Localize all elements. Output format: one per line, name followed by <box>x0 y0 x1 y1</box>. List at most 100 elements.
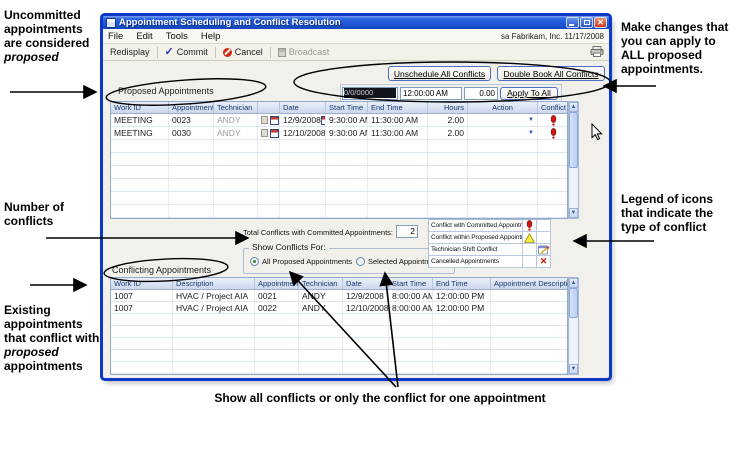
cell-end-time: 11:30:00 AM <box>368 114 428 126</box>
conflicting-row[interactable]: 1007 HVAC / Project AIA 0021 ANDY 12/9/2… <box>111 290 567 302</box>
cancel-button[interactable]: Cancel <box>221 47 265 57</box>
proposed-scrollbar[interactable]: ▲ ▼ <box>568 101 579 219</box>
hours-field[interactable]: 0.00 <box>464 87 498 100</box>
print-icon[interactable] <box>590 46 604 59</box>
cell-start-time: 8:00:00 AM <box>389 302 433 313</box>
menu-file[interactable]: File <box>108 31 123 42</box>
redisplay-label: Redisplay <box>110 47 150 57</box>
empty-row <box>111 338 567 350</box>
empty-row <box>111 140 567 153</box>
cell-technician: ANDY <box>214 127 258 139</box>
proposed-row[interactable]: MEETING 0030 ANDY 12/10/2008 9:30:00 AM … <box>111 127 567 140</box>
cell-technician: ANDY <box>214 114 258 126</box>
double-book-all-conflicts-button[interactable]: Double Book All Conflicts <box>497 66 605 81</box>
cell-action-dropdown[interactable]: ▼ <box>468 114 538 126</box>
apply-to-all-button[interactable]: Apply To All <box>500 87 558 100</box>
calendar-lookup-icon[interactable] <box>270 116 279 125</box>
cell-start-time: 8:00:00 AM <box>389 290 433 301</box>
unschedule-all-conflicts-button[interactable]: Unschedule All Conflicts <box>388 66 491 81</box>
column-header-start-time: Start Time <box>326 102 368 113</box>
conflicting-scrollbar[interactable]: ▲ ▼ <box>568 277 579 375</box>
column-header-date: Date <box>280 102 326 113</box>
column-header-technician: Technician <box>299 278 343 289</box>
cell-end-time: 12:00:00 PM <box>433 290 491 301</box>
date-field[interactable]: 0/0/0000 <box>342 87 398 100</box>
scroll-down-icon[interactable]: ▼ <box>569 364 578 374</box>
annotation-italic: proposed <box>4 50 59 64</box>
annotation-italic: proposed <box>4 345 59 359</box>
cell-date: 12/10/2008 <box>343 302 389 313</box>
scroll-up-icon[interactable]: ▲ <box>569 102 578 112</box>
user-company-date: sa Fabrikam, Inc. 11/17/2008 <box>501 32 604 41</box>
column-header-technician: Technician <box>214 102 258 113</box>
radio-all-proposed-appointments[interactable]: All Proposed Appointments <box>250 257 352 266</box>
scroll-track[interactable] <box>569 318 578 364</box>
menu-edit[interactable]: Edit <box>136 31 152 42</box>
cell-description: HVAC / Project AIA <box>173 290 255 301</box>
annotation-legend: Legend of icons that indicate the type o… <box>621 192 733 234</box>
scroll-track[interactable] <box>569 168 578 208</box>
redisplay-button[interactable]: Redisplay <box>108 47 152 57</box>
cell-end-time: 11:30:00 AM <box>368 127 428 139</box>
scroll-down-icon[interactable]: ▼ <box>569 208 578 218</box>
red-x-icon: ✕ <box>537 256 551 268</box>
column-header-work-id: Work ID <box>111 102 169 113</box>
empty-row <box>111 205 567 218</box>
cell-appointment-description <box>491 290 569 301</box>
cell-icons <box>258 114 280 126</box>
cell-description: HVAC / Project AIA <box>173 302 255 313</box>
empty-row <box>111 362 567 374</box>
column-header-hours: Hours <box>428 102 468 113</box>
scroll-up-icon[interactable]: ▲ <box>569 278 578 288</box>
legend-empty-cell <box>537 220 551 232</box>
cell-conflict <box>538 114 569 126</box>
cell-appointment: 0021 <box>255 290 299 301</box>
commit-label: Commit <box>177 47 208 57</box>
app-window: Appointment Scheduling and Conflict Reso… <box>103 16 609 378</box>
cell-icons <box>258 127 280 139</box>
legend-label: Conflict with Committed Appointments <box>429 220 523 232</box>
column-header-date: Date <box>343 278 389 289</box>
cell-work-id: 1007 <box>111 290 173 301</box>
date-field-value: 0/0/0000 <box>344 88 396 98</box>
proposed-appointments-grid: Work ID Appointment Technician Date Star… <box>110 101 568 219</box>
scroll-thumb[interactable] <box>569 288 578 318</box>
cell-appointment-description <box>491 302 569 313</box>
broadcast-button[interactable]: Broadcast <box>276 47 332 57</box>
date-text: 12/10/2008 <box>283 128 326 138</box>
cell-work-id: MEETING <box>111 127 169 139</box>
minimize-button[interactable] <box>566 17 579 28</box>
cell-action-dropdown[interactable]: ▼ <box>468 127 538 139</box>
note-icon[interactable] <box>261 129 268 137</box>
empty-row <box>111 166 567 179</box>
cell-conflict <box>538 127 569 139</box>
legend-label: Cancelled Appointments <box>429 256 523 268</box>
toolbar-separator <box>215 47 216 58</box>
commit-button[interactable]: ✓ Commit <box>163 47 210 57</box>
cell-appointment: 0022 <box>255 302 299 313</box>
column-header-action: Action <box>468 102 538 113</box>
scroll-thumb[interactable] <box>569 112 578 168</box>
menu-help[interactable]: Help <box>201 31 221 42</box>
column-header-end-time: End Time <box>433 278 491 289</box>
note-icon[interactable] <box>261 116 268 124</box>
time-field[interactable]: 12:00:00 AM <box>400 87 462 100</box>
cell-date: 12/9/2008 <box>280 114 326 126</box>
total-conflicts-label: Total Conflicts with Committed Appointme… <box>238 228 393 237</box>
conflicting-row[interactable]: 1007 HVAC / Project AIA 0022 ANDY 12/10/… <box>111 302 567 314</box>
toolbar: Redisplay ✓ Commit Cancel Broadcast <box>103 44 609 61</box>
calendar-lookup-icon[interactable] <box>270 129 279 138</box>
close-button[interactable]: ✕ <box>594 17 607 28</box>
column-header-start-time: Start Time <box>389 278 433 289</box>
legend-empty-cell <box>523 256 537 268</box>
proposed-row[interactable]: MEETING 0023 ANDY 12/9/2008 9:30:00 AM 1… <box>111 114 567 127</box>
annotation-make-changes: Make changes that you can apply to ALL p… <box>621 20 734 76</box>
menu-tools[interactable]: Tools <box>166 31 188 42</box>
radio-selected-icon <box>250 257 259 266</box>
cell-date: 12/10/2008 <box>280 127 326 139</box>
app-icon <box>106 18 116 28</box>
empty-row <box>111 192 567 205</box>
red-exclamation-icon <box>550 128 557 139</box>
toolbar-separator <box>270 47 271 58</box>
maximize-button[interactable] <box>580 17 593 28</box>
